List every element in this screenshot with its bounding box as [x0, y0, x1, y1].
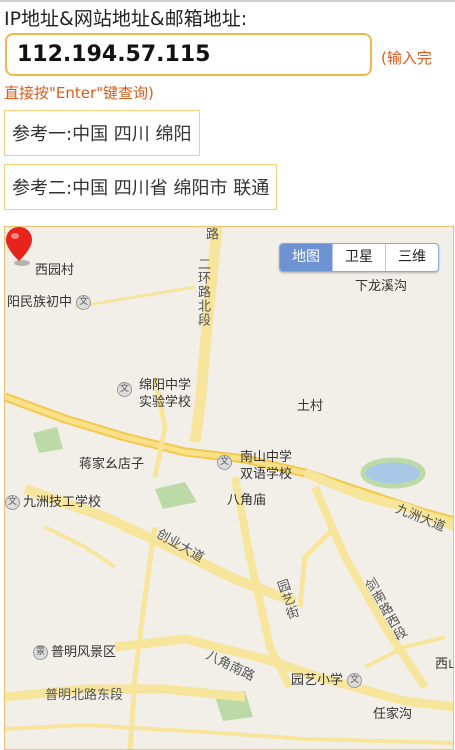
scenic-icon: 景 — [33, 645, 48, 660]
map-label-xishan: 西山 — [435, 657, 453, 672]
map-label-yuanyi-school: 园艺小学 文 — [291, 669, 365, 688]
map-label-nanshan-2: 双语学校 — [240, 467, 293, 482]
map-label-village: 土村 — [297, 399, 324, 414]
map-type-satellite-button[interactable]: 卫星 — [332, 244, 385, 271]
map-type-3d-button[interactable]: 三维 — [385, 244, 438, 271]
road-label-ring: 二环路北段 — [195, 257, 210, 327]
location-pin-icon — [6, 227, 32, 266]
input-hint-below: 直接按"Enter"键查询) — [4, 84, 154, 102]
school-icon: 文 — [5, 495, 20, 510]
map-label-jiuzhou-tech: 文九洲技工学校 — [5, 491, 101, 510]
map-label-xialong: 下龙溪沟 — [355, 279, 408, 294]
query-label: IP地址&网站地址&邮箱地址: — [4, 8, 248, 30]
school-icon: 文 — [117, 382, 132, 397]
map-label-xiyuancun: 西园村 — [35, 263, 75, 278]
map-label-puming-scenic: 景普明风景区 — [33, 641, 116, 660]
map-label-bajiao-temple: 八角庙 — [227, 493, 267, 508]
school-icon: 文 — [347, 673, 363, 688]
map-type-map-button[interactable]: 地图 — [280, 244, 332, 271]
result-reference-1: 参考一:中国 四川 绵阳 — [4, 110, 200, 156]
top-divider — [0, 0, 455, 2]
map-label-jiangjia: 蒋家幺店子 — [79, 457, 145, 472]
result-reference-2: 参考二:中国 四川省 绵阳市 联通 — [4, 164, 278, 210]
school-icon: 文 — [76, 295, 92, 310]
ip-input[interactable] — [5, 33, 372, 76]
map-label-minzu-school: 阳民族初中 文 — [7, 291, 94, 310]
map-type-switcher: 地图 卫星 三维 — [279, 243, 439, 272]
map-view[interactable]: 地图 卫星 三维 西园村 阳民族初中 文 下龙溪沟 路 二环路北段 文 绵阳中学… — [4, 226, 454, 750]
road-label-top: 路 — [203, 227, 218, 241]
map-label-mianyang-school-2: 实验学校 — [139, 395, 192, 410]
school-icon: 文 — [217, 455, 232, 470]
road-label-puming-north: 普明北路东段 — [45, 688, 124, 703]
map-label-renjia: 任家沟 — [373, 707, 413, 722]
input-hint-right: (输入完 — [381, 49, 432, 67]
